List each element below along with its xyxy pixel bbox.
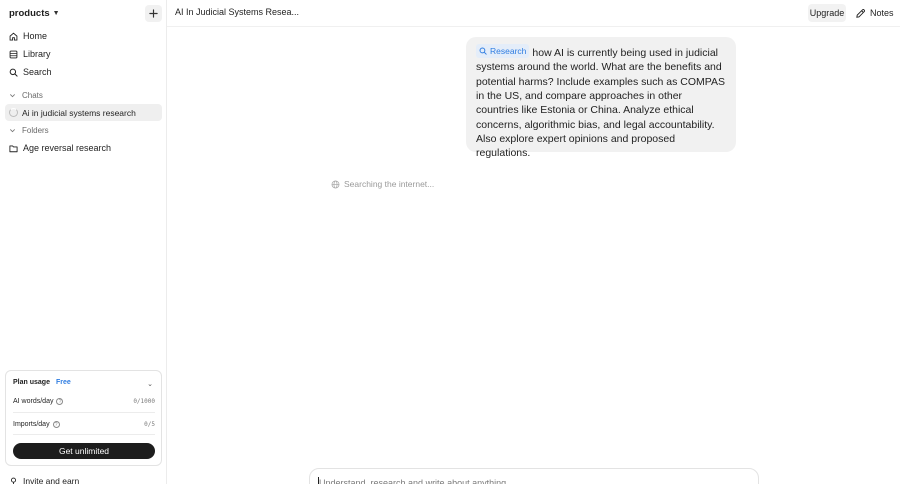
workspace-name: products (9, 8, 50, 19)
info-icon[interactable]: ? (52, 421, 60, 428)
top-bar: AI In Judicial Systems Resea... Upgrade … (167, 0, 900, 27)
chevron-down-icon (10, 93, 15, 97)
research-tag-label: Research (490, 46, 527, 56)
sidebar-item-label: Home (23, 31, 48, 41)
composer-input[interactable] (319, 476, 739, 484)
folders-section-toggle[interactable]: Folders (9, 124, 49, 136)
notes-button[interactable]: Notes (855, 4, 894, 22)
chat-item[interactable]: Ai in judicial systems research (5, 104, 162, 121)
divider (13, 412, 155, 413)
app-window: products ▼ Home Library Search Chats Ai … (0, 0, 900, 484)
globe-icon (331, 180, 340, 188)
sidebar-item-home[interactable]: Home (9, 29, 47, 43)
search-status: Searching the internet... (331, 179, 434, 189)
section-label: Folders (22, 125, 49, 135)
divider (13, 434, 155, 435)
chevron-down-icon: ▼ (52, 10, 60, 17)
usage-label: Imports/day (13, 421, 50, 428)
workspace-switcher[interactable]: products ▼ (9, 7, 60, 20)
chevron-down-icon (10, 128, 15, 132)
home-icon (9, 32, 18, 41)
sidebar-item-search[interactable]: Search (9, 65, 52, 79)
folder-icon (9, 145, 18, 152)
notes-label: Notes (870, 8, 894, 18)
library-icon (9, 50, 18, 58)
folder-item[interactable]: Age reversal research (9, 141, 111, 155)
plan-usage-card: Plan usage Free ⌄ AI words/day ? 0/1000 … (5, 370, 162, 466)
search-icon (479, 47, 487, 55)
pencil-icon (856, 8, 866, 18)
plan-usage-header: Plan usage Free (13, 379, 71, 386)
user-message-bubble: Research how AI is currently being used … (466, 37, 736, 159)
sidebar-item-library[interactable]: Library (9, 47, 51, 61)
section-label: Chats (22, 90, 43, 100)
status-text: Searching the internet... (344, 179, 435, 189)
plus-icon (149, 9, 158, 18)
sidebar-item-label: Search (23, 67, 52, 77)
folder-item-label: Age reversal research (23, 143, 112, 153)
usage-value: 0/5 (144, 421, 155, 428)
chats-section-toggle[interactable]: Chats (9, 89, 43, 101)
document-title[interactable]: AI In Judicial Systems Resea... (175, 7, 299, 17)
info-icon[interactable]: ? (56, 398, 64, 405)
plan-usage-title: Plan usage (13, 379, 50, 386)
chat-item-label: Ai in judicial systems research (22, 107, 136, 118)
usage-value: 0/1000 (133, 398, 155, 405)
research-tag: Research (476, 44, 530, 59)
plan-badge: Free (55, 379, 71, 386)
sidebar-item-label: Library (23, 49, 51, 59)
usage-label: AI words/day (13, 398, 54, 405)
composer (309, 468, 759, 484)
usage-row-words: AI words/day ? 0/1000 (13, 398, 155, 405)
new-chat-button[interactable] (145, 5, 162, 22)
loading-spinner-icon (9, 108, 18, 117)
invite-label: Invite and earn (23, 476, 80, 484)
get-unlimited-button[interactable]: Get unlimited (13, 443, 155, 459)
upgrade-button[interactable]: Upgrade (808, 4, 846, 22)
invite-and-earn-link[interactable]: Invite and earn (9, 476, 79, 484)
gift-icon (10, 477, 17, 484)
collapse-chevron-icon[interactable]: ⌄ (147, 380, 153, 388)
message-text: how AI is currently being used in judici… (476, 47, 726, 160)
search-icon (9, 68, 18, 77)
sidebar: products ▼ Home Library Search Chats Ai … (0, 0, 167, 484)
usage-row-imports: Imports/day ? 0/5 (13, 421, 155, 428)
